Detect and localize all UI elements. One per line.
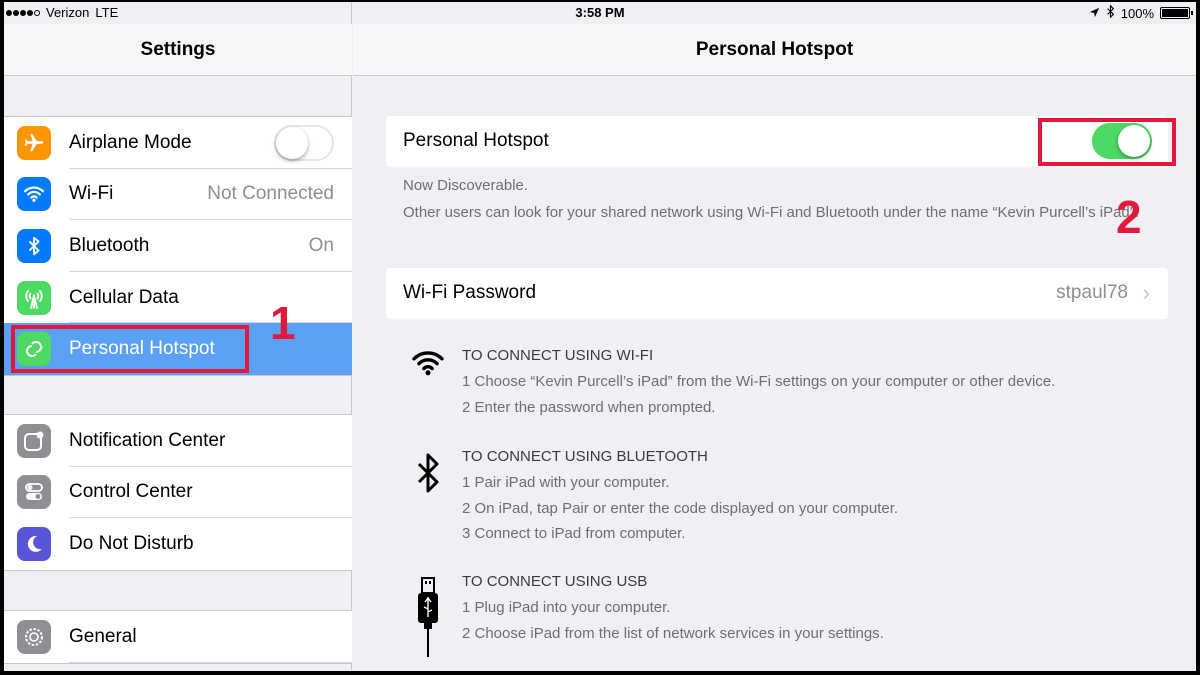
instruction-line: 2 Enter the password when prompted. [462, 399, 716, 416]
moon-icon [17, 526, 51, 561]
annotation-step-2: 2 [1116, 191, 1142, 243]
instruction-line: 1 Plug iPad into your computer. [462, 599, 671, 616]
instruction-line: 1 Choose “Kevin Purcell’s iPad” from the… [462, 373, 1056, 390]
annotation-highlight-hotspot-menu [11, 325, 249, 373]
sidebar-item-label: General [69, 625, 137, 647]
usb-cable-icon [408, 575, 448, 657]
discoverable-status: Now Discoverable. [403, 177, 529, 194]
instruction-line: 2 On iPad, tap Pair or enter the code di… [462, 500, 899, 517]
settings-group-notifications: Notification Center Control Center Do No… [4, 414, 352, 571]
detail-title: Personal Hotspot [353, 24, 1196, 76]
sidebar-item-label: Bluetooth [69, 234, 150, 256]
discoverable-description: Other users can look for your shared net… [403, 204, 1139, 221]
instruction-line: 2 Choose iPad from the list of network s… [462, 625, 884, 642]
annotation-step-1: 1 [270, 297, 296, 349]
sidebar-item-general[interactable]: General [4, 611, 352, 663]
sidebar-item-label: Cellular Data [69, 286, 179, 308]
wifi-password-value: stpaul78 [1056, 282, 1128, 303]
ipad-screen: Settings Airplane Mode Wi-Fi Not Connect… [4, 2, 1196, 671]
bluetooth-status-icon [1106, 4, 1115, 21]
airplane-mode-toggle[interactable] [274, 124, 334, 161]
annotation-highlight-hotspot-toggle [1038, 118, 1176, 166]
instruction-line: 3 Connect to iPad from computer. [462, 525, 686, 542]
bluetooth-status-value: On [308, 234, 334, 256]
wifi-icon [408, 349, 448, 377]
clock: 3:58 PM [575, 5, 625, 20]
sidebar-item-label: Airplane Mode [69, 131, 192, 153]
sidebar-item-do-not-disturb[interactable]: Do Not Disturb [4, 518, 352, 570]
battery-icon [1160, 7, 1193, 19]
sidebar-item-label: Do Not Disturb [69, 532, 194, 554]
status-bar: Verizon LTE 3:58 PM 100% [4, 2, 1196, 24]
wifi-icon [17, 177, 51, 212]
cellular-icon [17, 280, 51, 315]
sidebar-item-label: Notification Center [69, 429, 226, 451]
sidebar-title: Settings [4, 24, 352, 76]
sidebar-item-notification-center[interactable]: Notification Center [4, 415, 352, 467]
section-title: TO CONNECT USING WI-FI [462, 347, 654, 364]
chevron-right-icon: › [1142, 280, 1150, 305]
toggle-knob [276, 126, 308, 159]
status-right: 100% [1089, 4, 1193, 21]
row-separator [69, 661, 352, 663]
sidebar-item-cellular-data[interactable]: Cellular Data [4, 272, 352, 324]
gear-icon [17, 619, 51, 654]
sidebar-item-wifi[interactable]: Wi-Fi Not Connected [4, 169, 352, 221]
wifi-password-row[interactable]: Wi-Fi Password stpaul78 › [386, 268, 1168, 319]
notification-icon [17, 423, 51, 458]
settings-group-general: General [4, 610, 352, 664]
sidebar-item-label: Control Center [69, 481, 193, 503]
sidebar-item-bluetooth[interactable]: Bluetooth On [4, 220, 352, 272]
wifi-status-value: Not Connected [207, 183, 334, 205]
section-title: TO CONNECT USING BLUETOOTH [462, 448, 708, 465]
bluetooth-icon [17, 228, 51, 263]
section-title: TO CONNECT USING USB [462, 573, 648, 590]
airplane-icon [17, 125, 51, 160]
location-arrow-icon [1089, 6, 1100, 21]
instruction-line: 1 Pair iPad with your computer. [462, 474, 670, 491]
personal-hotspot-label: Personal Hotspot [403, 130, 549, 151]
bluetooth-icon [408, 452, 448, 494]
sidebar-item-control-center[interactable]: Control Center [4, 467, 352, 519]
control-center-icon [17, 475, 51, 510]
battery-percent: 100% [1120, 5, 1154, 21]
sidebar-item-airplane-mode[interactable]: Airplane Mode [4, 117, 352, 169]
wifi-password-label: Wi-Fi Password [403, 282, 537, 303]
sidebar-item-label: Wi-Fi [69, 183, 114, 205]
